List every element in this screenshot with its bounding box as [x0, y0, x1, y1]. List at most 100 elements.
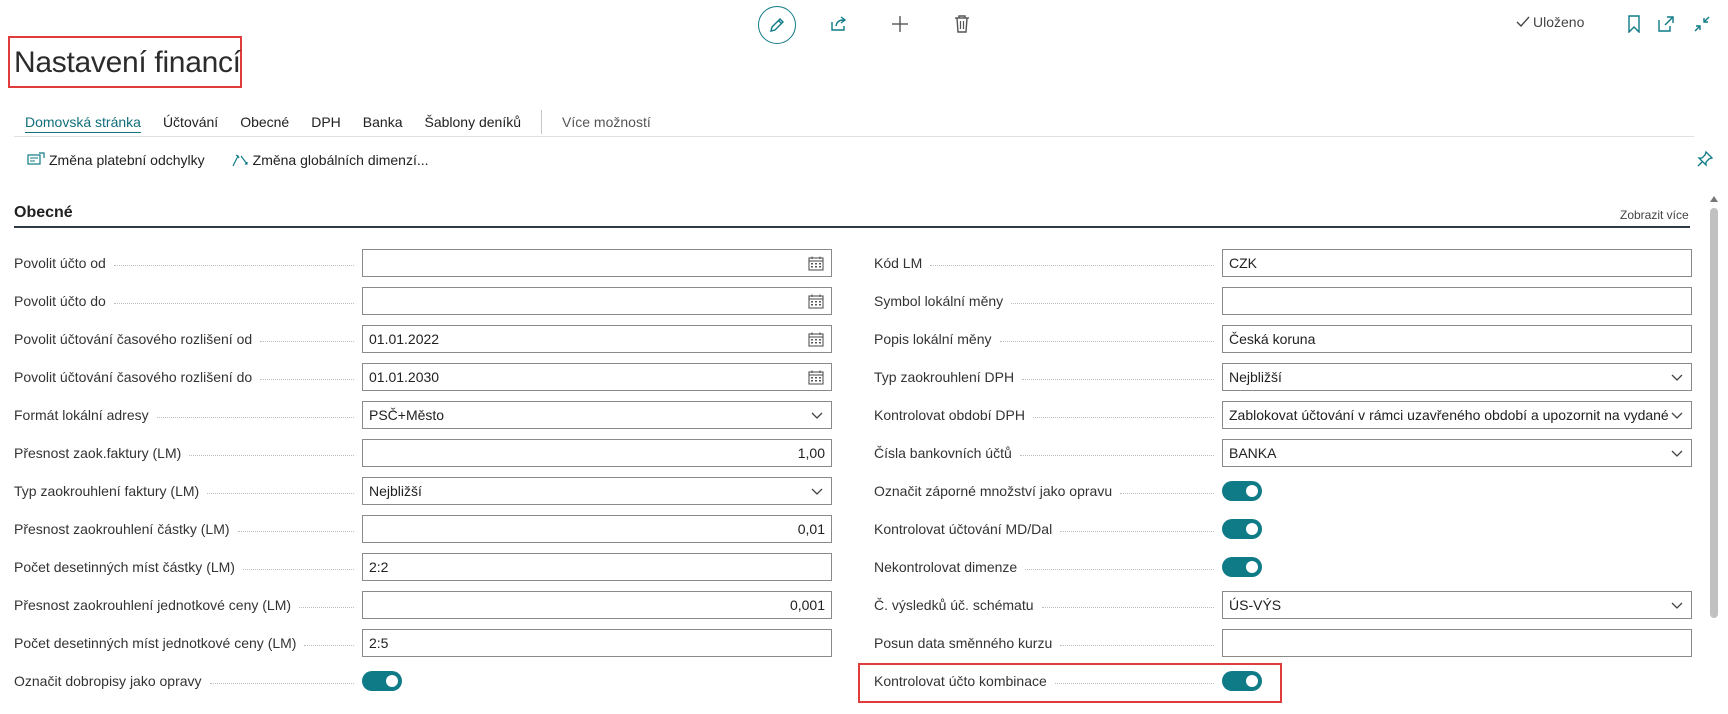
leader-dots — [1032, 417, 1214, 418]
menu-home[interactable]: Domovská stránka — [25, 114, 141, 130]
field-label: Nekontrolovat dimenze — [874, 559, 1018, 575]
field-value: 1,00 — [797, 445, 825, 461]
calendar-icon[interactable] — [808, 370, 824, 385]
select-field[interactable]: Nejbližší — [362, 477, 832, 505]
delete-button[interactable] — [950, 12, 974, 36]
field-row: Formát lokální adresy — [14, 401, 149, 429]
text-field[interactable]: Česká koruna — [1222, 325, 1692, 353]
leader-dots — [260, 379, 354, 380]
select-field[interactable]: Nejbližší — [1222, 363, 1692, 391]
menu-general[interactable]: Obecné — [240, 114, 289, 130]
field-label: Přesnost zaok.faktury (LM) — [14, 445, 182, 461]
menu-more-options[interactable]: Více možností — [562, 114, 651, 130]
toggle-switch[interactable] — [362, 671, 402, 691]
toggle-switch[interactable] — [1222, 481, 1262, 501]
field-row: Přesnost zaokrouhlení částky (LM) — [14, 515, 230, 543]
select-field[interactable]: BANKA — [1222, 439, 1692, 467]
bookmark-icon — [1628, 15, 1640, 33]
leader-dots — [113, 303, 354, 304]
menu-bank[interactable]: Banka — [363, 114, 403, 130]
leader-dots — [1060, 645, 1214, 646]
action-menu: Domovská stránka Účtování Obecné DPH Ban… — [25, 110, 651, 134]
section-title: Obecné — [14, 204, 73, 221]
field-value: Česká koruna — [1229, 331, 1316, 347]
chevron-down-icon[interactable] — [1671, 600, 1683, 610]
date-field[interactable] — [362, 287, 832, 315]
field-label: Počet desetinných míst jednotkové ceny (… — [14, 635, 297, 651]
change-global-dimensions-label: Změna globálních dimenzí... — [252, 152, 429, 168]
field-row: Popis lokální měny — [874, 325, 992, 353]
select-field[interactable]: ÚS-VÝS — [1222, 591, 1692, 619]
saved-label: Uloženo — [1533, 14, 1585, 30]
plus-icon — [892, 16, 908, 32]
leader-dots — [1060, 531, 1214, 532]
leader-dots — [113, 265, 354, 266]
change-global-dimensions-action[interactable]: Změna globálních dimenzí... — [231, 152, 429, 168]
leader-dots — [237, 531, 354, 532]
field-label: Povolit účto do — [14, 293, 106, 309]
field-row: Posun data směnného kurzu — [874, 629, 1052, 657]
collapse-button[interactable] — [1690, 12, 1714, 36]
text-field[interactable]: 0,001 — [362, 591, 832, 619]
action-bar: Změna platební odchylky Změna globálních… — [27, 152, 455, 168]
scroll-thumb[interactable] — [1710, 208, 1718, 618]
change-payment-tolerance-action[interactable]: Změna platební odchylky — [27, 152, 205, 168]
leader-dots — [1120, 493, 1214, 494]
text-field[interactable]: 0,01 — [362, 515, 832, 543]
bookmark-button[interactable] — [1622, 12, 1646, 36]
vertical-scrollbar[interactable] — [1708, 196, 1720, 714]
field-value: Nejbližší — [369, 483, 422, 499]
field-value: 01.01.2022 — [369, 331, 440, 347]
leader-dots — [999, 341, 1214, 342]
field-label: Typ zaokrouhlení faktury (LM) — [14, 483, 200, 499]
chevron-down-icon[interactable] — [1671, 448, 1683, 458]
top-action-bar: Uloženo — [0, 0, 1728, 48]
chevron-down-icon[interactable] — [1671, 410, 1683, 420]
open-new-window-button[interactable] — [1654, 12, 1678, 36]
global-dimensions-icon — [232, 154, 248, 167]
pin-action-bar-button[interactable] — [1696, 150, 1716, 170]
text-field[interactable]: 2:2 — [362, 553, 832, 581]
calendar-icon[interactable] — [808, 294, 824, 309]
field-label: Označit dobropisy jako opravy — [14, 673, 202, 689]
field-label: Přesnost zaokrouhlení jednotkové ceny (L… — [14, 597, 292, 613]
scroll-up-arrow-icon[interactable] — [1710, 196, 1718, 202]
menu-vat[interactable]: DPH — [311, 114, 341, 130]
chevron-down-icon[interactable] — [811, 486, 823, 496]
field-label: Čísla bankovních účtů — [874, 445, 1012, 461]
leader-dots — [1041, 607, 1214, 608]
field-value: Nejbližší — [1229, 369, 1282, 385]
share-button[interactable] — [827, 12, 851, 36]
text-field[interactable]: 2:5 — [362, 629, 832, 657]
text-field[interactable]: 1,00 — [362, 439, 832, 467]
toggle-switch[interactable] — [1222, 557, 1262, 577]
field-label: Přesnost zaokrouhlení částky (LM) — [14, 521, 230, 537]
text-field[interactable] — [1222, 287, 1692, 315]
field-label: Počet desetinných míst částky (LM) — [14, 559, 235, 575]
select-field[interactable]: PSČ+Město — [362, 401, 832, 429]
menu-posting[interactable]: Účtování — [163, 114, 218, 130]
chevron-down-icon[interactable] — [1671, 372, 1683, 382]
field-row: Nekontrolovat dimenze — [874, 553, 1017, 581]
edit-button[interactable] — [758, 6, 796, 44]
new-button[interactable] — [888, 12, 912, 36]
field-value: CZK — [1229, 255, 1257, 271]
chevron-down-icon[interactable] — [811, 410, 823, 420]
menu-journal-templates[interactable]: Šablony deníků — [425, 114, 522, 130]
field-value: 2:5 — [369, 635, 389, 651]
field-row: Typ zaokrouhlení faktury (LM) — [14, 477, 199, 505]
calendar-icon[interactable] — [808, 332, 824, 347]
date-field[interactable]: 01.01.2022 — [362, 325, 832, 353]
show-more-link[interactable]: Zobrazit více — [1620, 208, 1689, 222]
leader-dots — [189, 455, 354, 456]
date-field[interactable] — [362, 249, 832, 277]
leader-dots — [1019, 455, 1214, 456]
select-field[interactable]: Zablokovat účtování v rámci uzavřeného o… — [1222, 401, 1692, 429]
field-value: 01.01.2030 — [369, 369, 440, 385]
text-field[interactable]: CZK — [1222, 249, 1692, 277]
field-value: 0,01 — [797, 521, 825, 537]
text-field[interactable] — [1222, 629, 1692, 657]
toggle-switch[interactable] — [1222, 519, 1262, 539]
calendar-icon[interactable] — [808, 256, 824, 271]
date-field[interactable]: 01.01.2030 — [362, 363, 832, 391]
